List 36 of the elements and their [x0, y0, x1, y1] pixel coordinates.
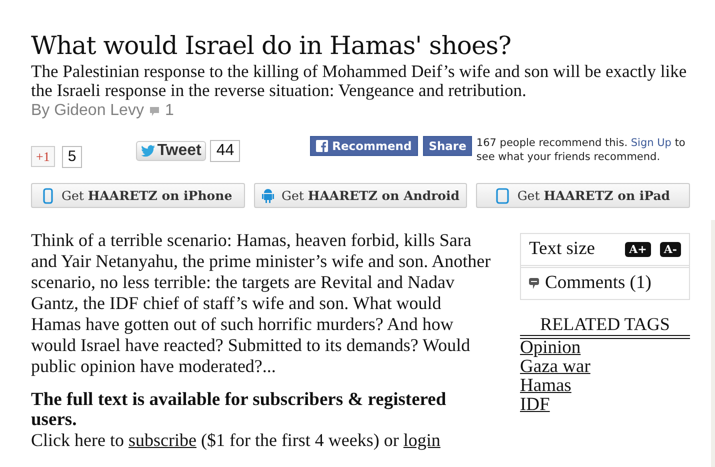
facebook-icon: [316, 140, 328, 152]
subscribe-link[interactable]: subscribe: [128, 430, 196, 450]
android-icon: [262, 188, 274, 203]
login-link[interactable]: login: [403, 430, 440, 450]
comment-count[interactable]: 1: [164, 102, 174, 120]
comment-icon: [150, 106, 159, 116]
app-download-button[interactable]: Get HAARETZ on Android: [254, 183, 468, 208]
byline: By Gideon Levy: [31, 102, 144, 120]
decrease-text-button[interactable]: A-: [660, 242, 681, 257]
subscriber-notice: The full text is available for subscribers & registered users.: [31, 390, 448, 430]
tag-link[interactable]: Gaza war: [520, 358, 590, 377]
bird-icon: [141, 145, 156, 157]
comment-icon: [529, 278, 539, 289]
app-download-button[interactable]: Get HAARETZ on iPhone: [31, 183, 245, 208]
recommend-text: 167 people recommend this. Sign Up to see what your friends recommend.: [476, 136, 686, 164]
tweet-count: 44: [210, 140, 240, 162]
article-excerpt: Think of a terrible scenario: Hamas, heaven forbid, kills Sara and Yair Netanyahu, the prime minister’s wife and son. Another scenario, no less terrible: the targets are Revital and Nadav Gantz, the IDF chief of staff’s wife and son. What would Hamas have gotten out of such horrific murders? And how would Israel have reacted? Submitted to its demands? Would public opinion have moderated?...: [31, 230, 491, 377]
tweet-button[interactable]: Tweet: [136, 141, 206, 161]
tag-link[interactable]: Opinion: [520, 339, 581, 358]
plus-one-count: 5: [62, 146, 82, 168]
subscribe-prompt: Click here to subscribe ($1 for the first 4 weeks) or login: [31, 430, 442, 451]
article-subtitle: The Palestinian response to the killing of Mohammed Deif’s wife and son will be exactly like the Israeli response in the reverse situation: Vengeance and retribution.: [31, 62, 688, 100]
share-button[interactable]: Share: [422, 136, 472, 156]
recommend-button[interactable]: Recommend: [310, 136, 418, 156]
tag-link[interactable]: Hamas: [520, 377, 572, 396]
text-size-label: Text size: [529, 239, 596, 260]
tag-link[interactable]: IDF: [520, 396, 550, 415]
google-plus-button[interactable]: +1: [31, 146, 55, 167]
related-tags-heading: RELATED TAGS: [520, 314, 690, 339]
tablet-icon: [496, 188, 510, 204]
article-title: What would Israel do in Hamas' shoes?: [31, 30, 512, 62]
app-download-button[interactable]: Get HAARETZ on iPad: [476, 183, 690, 208]
sign-up-link[interactable]: Sign Up: [630, 137, 672, 149]
increase-text-button[interactable]: A+: [625, 242, 651, 257]
phone-icon: [43, 188, 54, 204]
comments-link[interactable]: Comments (1): [545, 273, 652, 294]
